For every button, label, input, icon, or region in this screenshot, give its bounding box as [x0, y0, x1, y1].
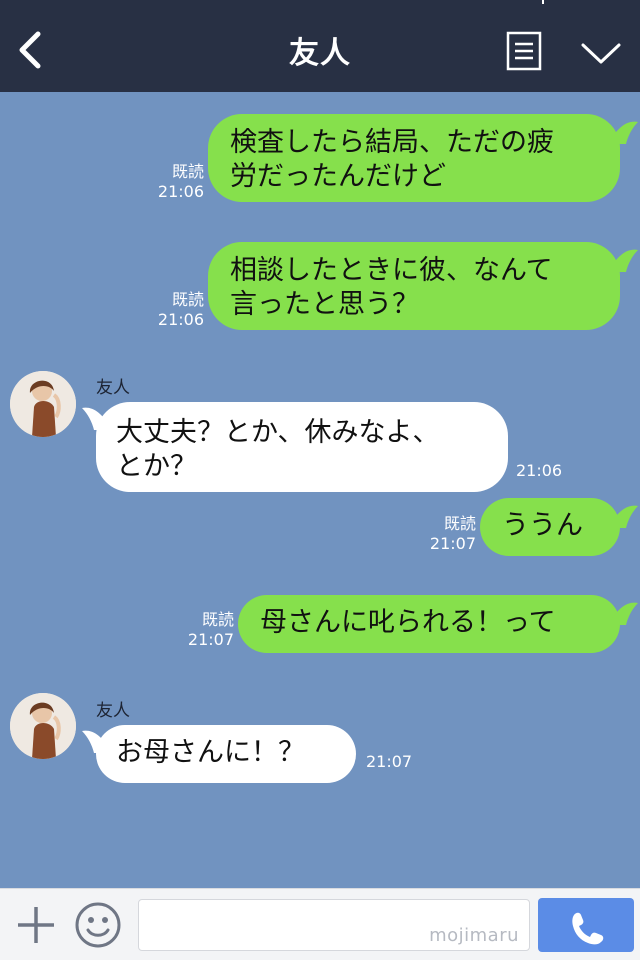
message-meta: 既読 21:07: [420, 514, 476, 554]
chevron-down-icon: [581, 43, 621, 64]
sender-name: 友人: [96, 378, 130, 398]
message-line: 母さんに叱られる！って: [260, 607, 556, 638]
message-line: 検査したら結局、ただの疲: [230, 127, 554, 158]
call-button[interactable]: [538, 898, 634, 952]
chat-title: 友人: [289, 36, 351, 71]
sender-name: 友人: [96, 701, 130, 721]
message-line: 大丈夫？とか、休みなよ、: [116, 417, 440, 448]
phone-icon: [572, 912, 604, 945]
message-line: 相談したときに彼、なんて: [230, 255, 553, 286]
message-meta: 既読 21:06: [148, 290, 204, 330]
avatar[interactable]: [10, 371, 76, 437]
bubble-tail: [82, 730, 112, 753]
watermark-text: mojimaru: [429, 925, 519, 946]
message-bubble-outgoing[interactable]: ううん: [480, 498, 620, 556]
bubble-tail: [608, 505, 638, 528]
message-time: 21:06: [516, 461, 563, 480]
menu-list-icon: [506, 31, 542, 71]
bubble-tail: [608, 249, 638, 272]
bubble-tail: [608, 121, 638, 144]
read-receipt: 既読: [171, 290, 204, 309]
message-line: 言ったと思う？: [230, 289, 419, 320]
message-time: 21:07: [187, 630, 234, 649]
plus-icon: [18, 907, 54, 943]
message-bubble-outgoing[interactable]: 検査したら結局、ただの疲 労だったんだけど: [208, 114, 620, 202]
read-receipt: 既読: [201, 610, 234, 629]
chat-header: 友人: [0, 0, 640, 92]
read-receipt: 既読: [443, 514, 476, 533]
emoji-button[interactable]: [74, 901, 122, 949]
avatar-image: [10, 371, 76, 437]
message-line: とか？: [116, 451, 197, 482]
read-receipt: 既読: [171, 162, 204, 181]
smiley-icon: [75, 902, 121, 948]
message-bubble-outgoing[interactable]: 相談したときに彼、なんて 言ったと思う？: [208, 242, 620, 330]
status-indicator: [542, 0, 544, 4]
message-time: 21:07: [366, 752, 413, 771]
expand-button[interactable]: [580, 40, 622, 68]
avatar-image: [10, 693, 76, 759]
bubble-tail: [82, 407, 112, 430]
input-bar: mojimaru: [0, 888, 640, 960]
chat-area[interactable]: 既読 21:06 検査したら結局、ただの疲 労だったんだけど 既読 21:06 …: [0, 92, 640, 888]
message-time: 21:07: [429, 534, 476, 553]
message-line: 労だったんだけど: [230, 161, 446, 192]
avatar[interactable]: [10, 693, 76, 759]
bubble-tail: [608, 602, 638, 625]
menu-button[interactable]: [506, 31, 542, 71]
message-bubble-incoming[interactable]: 大丈夫？とか、休みなよ、 とか？: [96, 402, 508, 492]
message-meta: 既読 21:06: [148, 162, 204, 202]
message-time: 21:06: [157, 310, 204, 329]
message-line: ううん: [502, 510, 583, 541]
message-input[interactable]: mojimaru: [138, 899, 530, 951]
message-bubble-outgoing[interactable]: 母さんに叱られる！って: [238, 595, 620, 653]
add-button[interactable]: [16, 905, 56, 945]
message-meta: 既読 21:07: [178, 610, 234, 650]
message-line: お母さんに！？: [116, 737, 305, 768]
message-bubble-incoming[interactable]: お母さんに！？: [96, 725, 356, 783]
message-time: 21:06: [157, 182, 204, 201]
